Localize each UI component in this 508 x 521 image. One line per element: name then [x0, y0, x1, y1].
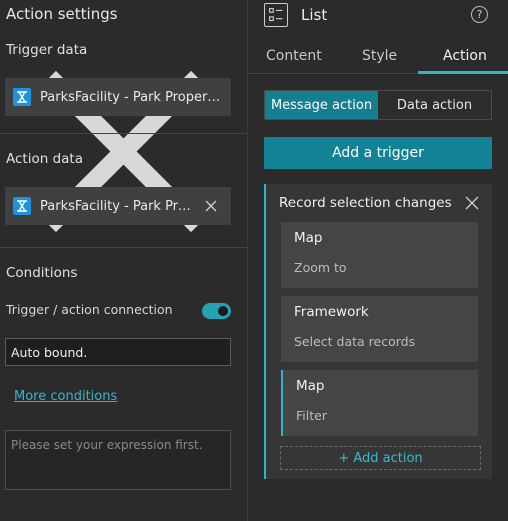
- connection-value: Auto bound.: [11, 344, 88, 360]
- message-action-button[interactable]: Message action: [265, 91, 378, 119]
- panel-header: Action settings: [0, 0, 247, 28]
- action-description: Zoom to: [294, 260, 347, 275]
- widget-settings-panel: List ? Content Style Action Message acti…: [248, 0, 508, 521]
- tab-content[interactable]: Content: [266, 48, 322, 64]
- action-data-source-label: ParksFacility - Park Properties: [40, 198, 198, 214]
- expression-box[interactable]: Please set your expression first.: [5, 430, 231, 490]
- action-data-heading: Action data: [6, 151, 83, 167]
- divider: [0, 247, 247, 248]
- trigger-data-heading: Trigger data: [6, 42, 88, 58]
- add-action-button[interactable]: + Add action: [280, 446, 481, 470]
- help-icon[interactable]: ?: [471, 6, 488, 23]
- action-item[interactable]: Framework Select data records: [281, 296, 478, 362]
- more-conditions-link[interactable]: More conditions: [14, 389, 117, 404]
- widget-title: List: [301, 6, 328, 24]
- divider: [0, 133, 247, 134]
- trigger-data-source[interactable]: ParksFacility - Park Properties: [5, 78, 231, 116]
- feature-layer-icon: [13, 197, 31, 215]
- trigger-card: Record selection changes Map Zoom to Fra…: [264, 184, 492, 479]
- conditions-heading: Conditions: [6, 265, 78, 281]
- action-data-source[interactable]: ParksFacility - Park Properties: [5, 187, 231, 225]
- remove-icon[interactable]: [205, 200, 217, 212]
- action-description: Select data records: [294, 334, 416, 349]
- trigger-data-source-label: ParksFacility - Park Properties: [40, 89, 223, 105]
- connection-toggle-label: Trigger / action connection: [6, 302, 173, 317]
- tab-action[interactable]: Action: [443, 48, 487, 64]
- expression-placeholder: Please set your expression first.: [11, 438, 203, 452]
- action-type-switch: Message action Data action: [264, 90, 492, 120]
- panel-title: Action settings: [6, 5, 118, 23]
- action-item[interactable]: Map Filter: [281, 370, 478, 436]
- toggle-knob: [218, 306, 228, 316]
- close-icon[interactable]: [465, 196, 479, 210]
- connection-value-field[interactable]: Auto bound.: [5, 338, 231, 366]
- trigger-title: Record selection changes: [279, 195, 452, 211]
- feature-layer-icon: [13, 88, 31, 106]
- action-description: Filter: [296, 408, 327, 423]
- connection-toggle[interactable]: [202, 303, 231, 319]
- action-settings-panel: Action settings Trigger data ParksFacili…: [0, 0, 247, 521]
- list-widget-icon: [264, 3, 288, 27]
- action-target: Map: [294, 230, 323, 246]
- data-action-button[interactable]: Data action: [378, 91, 491, 119]
- active-tab-indicator: [418, 71, 508, 74]
- action-item[interactable]: Map Zoom to: [281, 222, 478, 288]
- add-trigger-button[interactable]: Add a trigger: [264, 137, 492, 169]
- settings-tabs: Content Style Action: [248, 38, 508, 74]
- action-target: Map: [296, 378, 325, 394]
- action-target: Framework: [294, 304, 369, 320]
- tab-style[interactable]: Style: [362, 48, 397, 64]
